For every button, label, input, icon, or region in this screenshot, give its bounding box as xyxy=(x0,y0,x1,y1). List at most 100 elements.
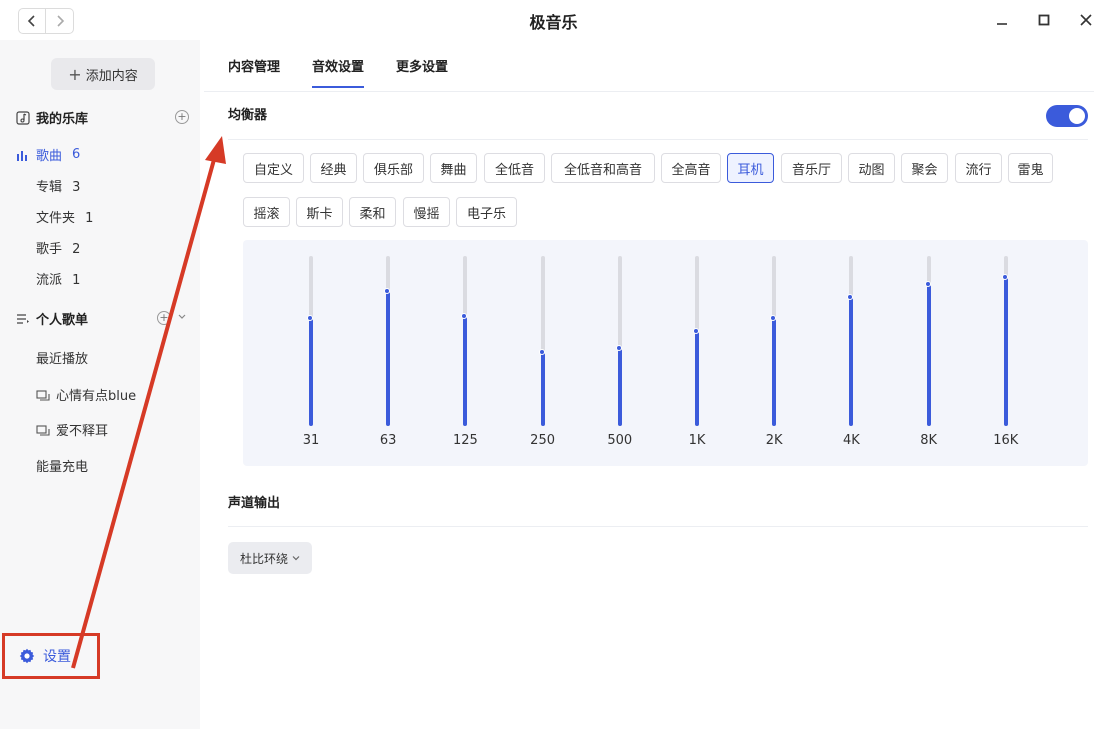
preset-button[interactable]: 柔和 xyxy=(349,197,396,227)
eq-slider-handle[interactable] xyxy=(1001,274,1008,280)
window-title: 极音乐 xyxy=(529,13,578,32)
gear-icon xyxy=(19,648,35,664)
add-library-icon[interactable]: + xyxy=(175,110,189,124)
tab-divider xyxy=(204,91,1094,92)
sidebar-item-label: 文件夹 xyxy=(36,211,76,226)
sidebar-item-count: 3 xyxy=(72,180,81,195)
sidebar-item-count: 1 xyxy=(85,211,94,226)
chevron-down-icon[interactable] xyxy=(178,313,186,321)
sidebar-item-folders[interactable]: 文件夹 1 xyxy=(36,207,93,226)
settings-label: 设置 xyxy=(43,649,71,665)
add-content-label: 添加内容 xyxy=(85,68,138,84)
annotation-arrow-head xyxy=(205,136,226,164)
preset-button[interactable]: 慢摇 xyxy=(403,197,450,227)
sidebar-item-count: 1 xyxy=(72,273,81,288)
eq-slider-fill xyxy=(540,353,545,426)
sidebar: + 添加内容 我的乐库 + 歌曲 6 专辑 3 文件夹 1 歌手 2 流派 1 … xyxy=(0,40,200,729)
device-icon xyxy=(36,424,50,436)
tab-bar: 内容管理 音效设置 更多设置 xyxy=(228,56,448,88)
eq-slider-fill xyxy=(772,319,777,426)
eq-frequency-label: 63 xyxy=(379,433,397,448)
sidebar-item-label: 流派 xyxy=(36,273,63,288)
eq-frequency-label: 4K xyxy=(842,433,860,448)
sidebar-item-songs[interactable]: 歌曲 6 xyxy=(16,145,80,164)
add-playlist-icon[interactable]: + xyxy=(157,311,171,325)
eq-slider-handle[interactable] xyxy=(693,328,699,334)
eq-slider-handle[interactable] xyxy=(307,315,313,321)
library-header[interactable]: 我的乐库 xyxy=(16,108,88,127)
channel-output-select[interactable]: 杜比环绕 xyxy=(228,542,312,574)
equalizer-panel: 31 63 125 250 500 1K 2K 4K 8K 16K xyxy=(243,240,1088,466)
bars-icon xyxy=(17,150,27,161)
chevron-down-icon xyxy=(292,556,300,561)
close-button[interactable] xyxy=(1074,8,1098,32)
eq-frequency-label: 31 xyxy=(302,433,320,448)
playlist-item-favorite[interactable]: 爱不释耳 xyxy=(36,420,108,439)
preset-button[interactable]: 舞曲 xyxy=(430,153,477,183)
maximize-icon xyxy=(1038,14,1050,26)
eq-frequency-label: 500 xyxy=(607,433,633,448)
preset-button[interactable]: 自定义 xyxy=(243,153,304,183)
sidebar-item-count: 2 xyxy=(72,242,81,257)
eq-frequency-label: 125 xyxy=(452,433,478,448)
sidebar-item-label: 专辑 xyxy=(36,180,63,195)
eq-slider-fill xyxy=(617,349,622,426)
eq-frequency-label: 1K xyxy=(688,433,706,448)
eq-slider-fill xyxy=(1003,278,1008,426)
playlists-title: 个人歌单 xyxy=(36,313,89,328)
preset-button[interactable]: 雷鬼 xyxy=(1008,153,1053,183)
eq-slider-fill xyxy=(463,317,468,426)
eq-slider-handle[interactable] xyxy=(615,345,622,351)
preset-button[interactable]: 全低音 xyxy=(484,153,545,183)
playlist-item-energy[interactable]: 能量充电 xyxy=(36,456,88,475)
eq-slider-fill xyxy=(926,285,931,426)
tab-sound-settings[interactable]: 音效设置 xyxy=(312,56,365,88)
preset-button[interactable]: 流行 xyxy=(955,153,1002,183)
sidebar-item-artists[interactable]: 歌手 2 xyxy=(36,238,80,257)
music-library-icon xyxy=(16,110,30,125)
tab-more-settings[interactable]: 更多设置 xyxy=(396,56,448,88)
preset-button[interactable]: 经典 xyxy=(310,153,357,183)
tab-content-management[interactable]: 内容管理 xyxy=(228,56,280,88)
close-icon xyxy=(1080,14,1092,26)
preset-button[interactable]: 动图 xyxy=(848,153,895,183)
preset-button[interactable]: 聚会 xyxy=(901,153,948,183)
add-content-button[interactable]: + 添加内容 xyxy=(51,58,155,90)
playlist-item-recent[interactable]: 最近播放 xyxy=(36,348,88,367)
eq-slider-fill xyxy=(386,292,391,426)
playlists-header[interactable]: 个人歌单 xyxy=(16,309,88,328)
sidebar-item-genres[interactable]: 流派 1 xyxy=(36,269,80,288)
plus-icon: + xyxy=(68,64,82,84)
playlist-item-label: 最近播放 xyxy=(36,352,89,367)
sidebar-item-albums[interactable]: 专辑 3 xyxy=(36,176,80,195)
eq-slider-fill xyxy=(695,332,699,426)
playlist-item-blue[interactable]: 心情有点blue xyxy=(36,385,136,404)
equalizer-title: 均衡器 xyxy=(228,108,268,123)
preset-button[interactable]: 全高音 xyxy=(661,153,721,183)
eq-slider-handle[interactable] xyxy=(924,281,931,287)
preset-button[interactable]: 全低音和高音 xyxy=(551,153,655,183)
preset-button[interactable]: 俱乐部 xyxy=(363,153,424,183)
equalizer-toggle[interactable] xyxy=(1046,105,1088,127)
maximize-button[interactable] xyxy=(1032,8,1056,32)
toggle-knob xyxy=(1069,108,1085,124)
sidebar-item-label: 歌曲 xyxy=(36,149,63,164)
preset-button[interactable]: 摇滚 xyxy=(243,197,290,227)
minimize-button[interactable] xyxy=(990,8,1014,32)
preset-button[interactable]: 电子乐 xyxy=(456,197,517,227)
playlist-icon xyxy=(17,313,29,324)
preset-button[interactable]: 音乐厅 xyxy=(781,153,842,183)
eq-frequency-label: 16K xyxy=(993,433,1019,448)
preset-button[interactable]: 耳机 xyxy=(727,153,774,183)
sidebar-item-label: 歌手 xyxy=(36,242,63,257)
library-title: 我的乐库 xyxy=(36,112,89,127)
eq-frequency-label: 250 xyxy=(530,433,555,448)
preset-button[interactable]: 斯卡 xyxy=(296,197,343,227)
playlist-item-label: 心情有点blue xyxy=(56,389,137,404)
sidebar-item-count: 6 xyxy=(72,147,81,162)
settings-button[interactable]: 设置 xyxy=(2,633,100,679)
eq-slider-handle[interactable] xyxy=(538,349,545,355)
channel-output-title: 声道输出 xyxy=(228,496,281,511)
eq-slider-fill xyxy=(309,319,313,426)
equalizer-divider xyxy=(228,139,1088,140)
